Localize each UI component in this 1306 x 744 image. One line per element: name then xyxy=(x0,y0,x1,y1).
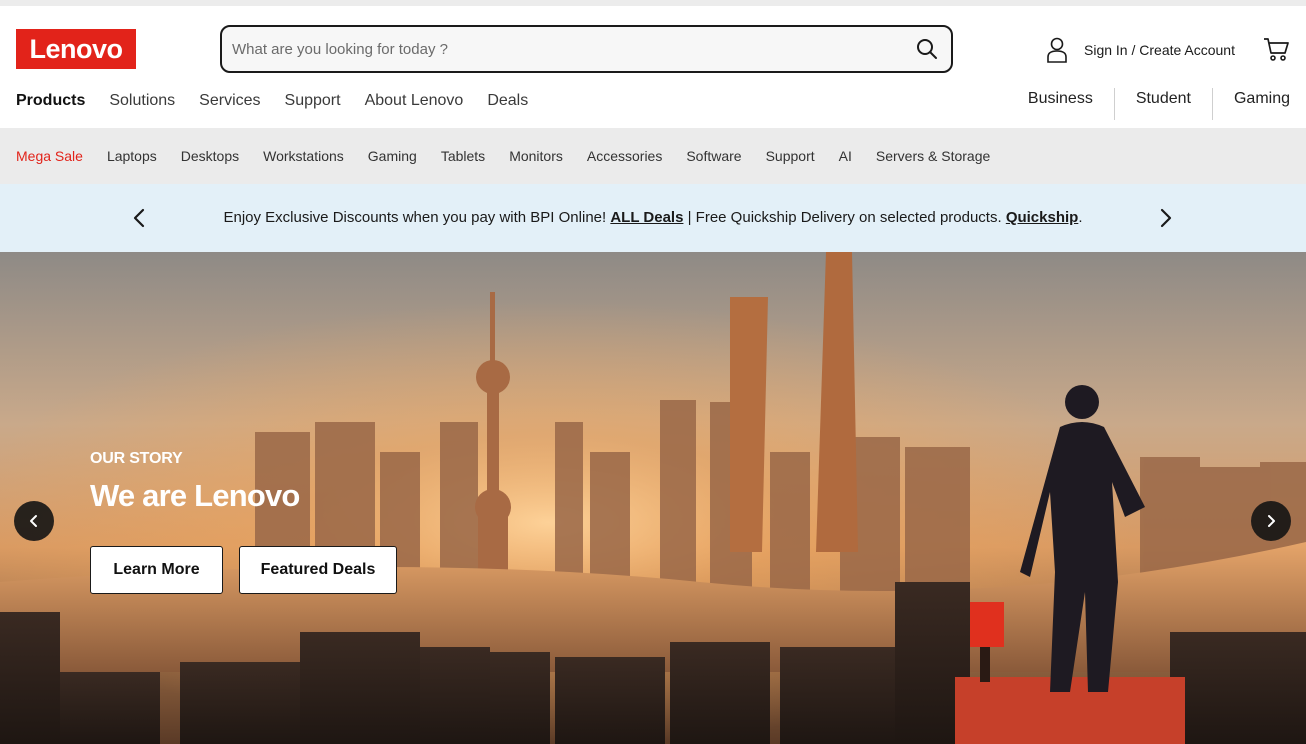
category-mega-sale[interactable]: Mega Sale xyxy=(16,148,83,164)
chevron-right-icon xyxy=(1160,208,1172,228)
search-icon xyxy=(917,39,937,59)
category-support[interactable]: Support xyxy=(766,148,815,164)
category-servers-storage[interactable]: Servers & Storage xyxy=(876,148,990,164)
sign-in-label: Sign In / Create Account xyxy=(1084,42,1235,58)
segment-nav: Business Student Gaming xyxy=(1007,88,1290,120)
sign-in-link[interactable]: Sign In / Create Account xyxy=(1046,36,1235,64)
category-software[interactable]: Software xyxy=(686,148,741,164)
category-workstations[interactable]: Workstations xyxy=(263,148,344,164)
category-laptops[interactable]: Laptops xyxy=(107,148,157,164)
category-bar: Mega Sale Laptops Desktops Workstations … xyxy=(0,128,1306,184)
segment-business[interactable]: Business xyxy=(1007,88,1114,120)
nav-item-services[interactable]: Services xyxy=(199,92,260,112)
nav-item-deals[interactable]: Deals xyxy=(487,92,528,112)
logo-text: Lenovo xyxy=(29,33,123,64)
cart-button[interactable] xyxy=(1262,36,1292,64)
hero-banner: OUR STORY We are Lenovo Learn More Featu… xyxy=(0,252,1306,744)
promo-next-button[interactable] xyxy=(1153,206,1177,230)
segment-gaming[interactable]: Gaming xyxy=(1213,88,1290,120)
learn-more-button[interactable]: Learn More xyxy=(90,546,223,594)
promo-text: Enjoy Exclusive Discounts when you pay w… xyxy=(0,209,1306,226)
category-desktops[interactable]: Desktops xyxy=(181,148,239,164)
featured-deals-button[interactable]: Featured Deals xyxy=(239,546,397,594)
hero-next-button[interactable] xyxy=(1251,501,1291,541)
lenovo-logo[interactable]: Lenovo xyxy=(16,29,136,69)
cart-icon xyxy=(1264,38,1289,61)
search-bar[interactable] xyxy=(220,25,953,73)
nav-item-solutions[interactable]: Solutions xyxy=(109,92,175,112)
search-button[interactable] xyxy=(907,29,947,69)
chevron-left-icon xyxy=(30,515,37,527)
nav-item-about-lenovo[interactable]: About Lenovo xyxy=(365,92,464,112)
promo-text-part-2: | Free Quickship Delivery on selected pr… xyxy=(683,209,1006,226)
hero-kicker: OUR STORY xyxy=(90,450,183,467)
nav-item-support[interactable]: Support xyxy=(285,92,341,112)
quickship-link[interactable]: Quickship xyxy=(1006,209,1079,226)
user-icon xyxy=(1047,37,1067,63)
category-gaming[interactable]: Gaming xyxy=(368,148,417,164)
hero-prev-button[interactable] xyxy=(14,501,54,541)
hero-headline: We are Lenovo xyxy=(90,478,300,513)
category-accessories[interactable]: Accessories xyxy=(587,148,662,164)
segment-student[interactable]: Student xyxy=(1115,88,1212,120)
top-strip xyxy=(0,0,1306,6)
category-tablets[interactable]: Tablets xyxy=(441,148,485,164)
nav-item-products[interactable]: Products xyxy=(16,92,85,112)
search-input[interactable] xyxy=(222,27,907,71)
main-nav: Products Solutions Services Support Abou… xyxy=(16,92,552,112)
chevron-right-icon xyxy=(1268,515,1275,527)
category-monitors[interactable]: Monitors xyxy=(509,148,563,164)
category-ai[interactable]: AI xyxy=(839,148,852,164)
all-deals-link[interactable]: ALL Deals xyxy=(610,209,683,226)
promo-text-part-3: . xyxy=(1078,209,1083,226)
promo-text-part-1: Enjoy Exclusive Discounts when you pay w… xyxy=(223,209,611,226)
promo-banner: Enjoy Exclusive Discounts when you pay w… xyxy=(0,184,1306,252)
